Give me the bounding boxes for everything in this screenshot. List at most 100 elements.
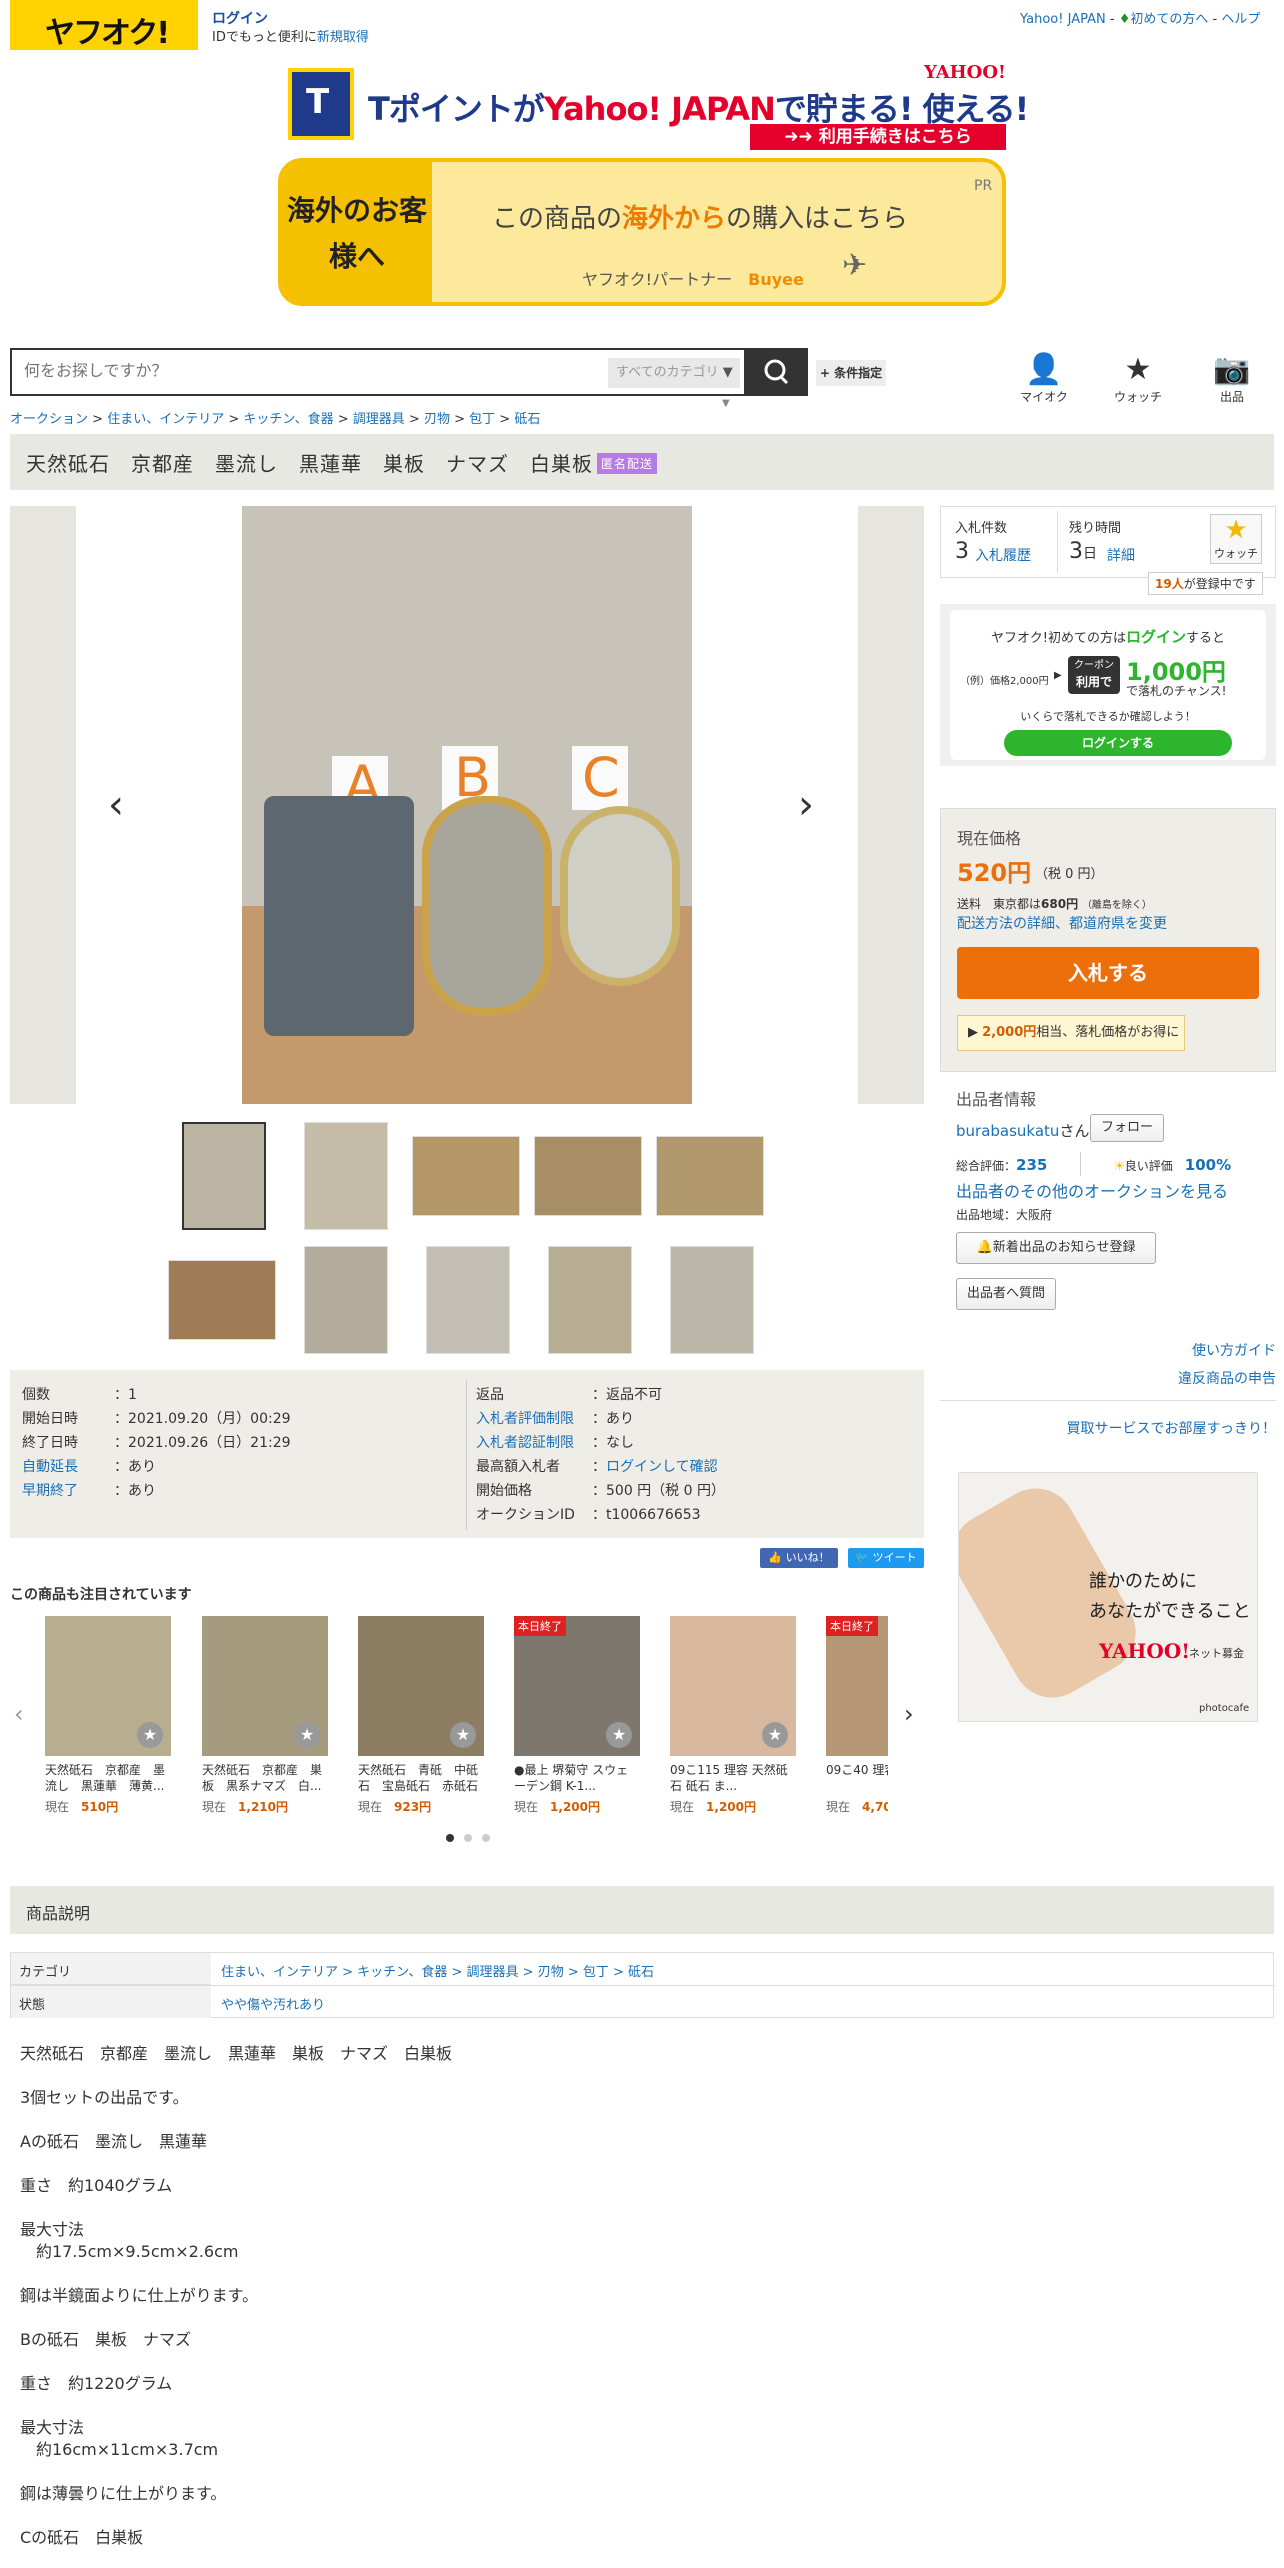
recommended-item[interactable]: ★ 天然砥石 京都産 巣板 黒系ナマズ 白... 現在 1,210円	[202, 1616, 328, 1815]
watch-star-icon[interactable]: ★	[294, 1722, 320, 1748]
beginner-link[interactable]: 初めての方へ	[1130, 12, 1208, 27]
bid-button[interactable]: 入札する	[957, 947, 1259, 999]
photo-thumbnail[interactable]	[182, 1122, 266, 1230]
help-link[interactable]: ヘルプ	[1221, 12, 1260, 27]
prev-photo-icon[interactable]: ‹	[108, 782, 124, 828]
category-path-link[interactable]: 住まい、インテリア > キッチン、食器 > 調理器具 > 刃物 > 包丁 > 砥…	[221, 1961, 654, 1980]
myauction-button[interactable]: 👤 マイオク	[1014, 352, 1074, 405]
ends-today-badge: 本日終了	[826, 1616, 878, 1636]
breadcrumb-item[interactable]: 調理器具	[353, 412, 405, 427]
photo-thumbnail[interactable]	[304, 1246, 388, 1354]
main-product-photo[interactable]: A B C	[242, 506, 692, 1104]
seller-region: 出品地域：大阪府	[956, 1208, 1053, 1222]
photo-thumbnail[interactable]	[670, 1246, 754, 1354]
carousel-next-icon[interactable]: ›	[904, 1700, 914, 1728]
early-end-link[interactable]: 早期終了	[22, 1480, 78, 1500]
photo-thumbnail[interactable]	[426, 1246, 510, 1354]
yahoo-japan-link[interactable]: Yahoo! JAPAN	[1020, 12, 1106, 27]
photo-thumbnail[interactable]	[534, 1136, 642, 1216]
facebook-like-button[interactable]: 👍 いいね！	[760, 1548, 838, 1568]
photo-thumbnail[interactable]	[304, 1122, 388, 1230]
bid-history-link[interactable]: 入札履歴	[975, 545, 1031, 565]
breadcrumb-item[interactable]: 住まい、インテリア	[107, 412, 224, 427]
promo-line3: いくらで落札できるか確認しよう！	[1020, 710, 1196, 723]
recommended-item[interactable]: ★ 天然砥石 京都産 墨流し 黒蓮華 薄黄... 現在 510円	[45, 1616, 171, 1815]
watch-button[interactable]: ★ ウォッチ	[1210, 514, 1262, 564]
bidder-auth-limit-link[interactable]: 入札者認証制限	[476, 1432, 574, 1452]
photo-thumbnail[interactable]	[548, 1246, 632, 1354]
carousel-dot[interactable]	[446, 1834, 454, 1842]
recommended-item[interactable]: 本日終了 ★ ●最上 堺菊守 スウェーデン鋼 K-1... 現在 1,200円	[514, 1616, 640, 1815]
search-input[interactable]	[12, 350, 602, 394]
yahuoku-logo[interactable]: ヤフオク!	[10, 0, 198, 51]
info-value: ：1	[114, 1387, 137, 1403]
breadcrumb-item[interactable]: 刃物	[424, 412, 450, 427]
login-to-confirm-link[interactable]: ログインして確認	[606, 1459, 718, 1475]
buyee-banner[interactable]: 海外のお客様へ この商品の海外からの購入はこちら ✈ ヤフオク!パートナー Bu…	[278, 158, 1006, 306]
description-line: Bの砥石 巣板 ナマズ	[20, 2330, 191, 2349]
star-icon: ★	[1124, 352, 1152, 387]
auction-info-table: 個数 ：1 開始日時 ：2021.09.20（月）00:29 終了日時 ：202…	[10, 1370, 924, 1538]
login-button[interactable]: ログインする	[1004, 730, 1232, 756]
donation-ad[interactable]: 誰かのために あなたができること YAHOO! ネット募金 photocafe	[958, 1472, 1258, 1722]
auto-extend-link[interactable]: 自動延長	[22, 1456, 78, 1476]
category-select[interactable]: すべてのカテゴリ ▼	[608, 358, 740, 388]
recommended-item[interactable]: ★ 天然砥石 青砥 中砥石 宝島砥石 赤砥石 現在 923円	[358, 1616, 484, 1815]
search-button[interactable]	[746, 348, 808, 396]
deal-banner[interactable]: ▶ 2,000円相当、落札価格がお得に	[957, 1015, 1185, 1051]
follow-button[interactable]: フォロー	[1090, 1114, 1164, 1142]
photo-thumbnail[interactable]	[412, 1136, 520, 1216]
time-detail-link[interactable]: 詳細	[1107, 545, 1135, 565]
divider	[940, 1400, 1276, 1401]
watch-star-icon[interactable]: ★	[762, 1722, 788, 1748]
search-icon	[764, 359, 789, 385]
recommended-item[interactable]: ★ 09こ115 理容 天然砥石 砥石 ま... 現在 1,200円	[670, 1616, 796, 1815]
report-violation-link[interactable]: 違反商品の申告	[940, 1368, 1276, 1388]
carousel-prev-icon[interactable]: ‹	[14, 1700, 24, 1728]
star-icon: ★	[1224, 515, 1248, 545]
rating-link[interactable]: 235	[1016, 1156, 1047, 1174]
breadcrumb-item[interactable]: オークション	[10, 412, 88, 427]
carousel-dot[interactable]	[482, 1834, 490, 1842]
info-label: 開始価格	[476, 1483, 532, 1499]
seller-name-link[interactable]: burabasukatu	[956, 1122, 1059, 1140]
breadcrumb-item[interactable]: 砥石	[514, 412, 540, 427]
watch-star-icon[interactable]: ★	[450, 1722, 476, 1748]
condition-value[interactable]: やや傷や汚れあり	[221, 1994, 325, 2013]
item-title: 09こ40 理容 石 板...	[826, 1763, 888, 1777]
prev-photo-preview	[10, 506, 76, 1104]
stone-a	[264, 796, 414, 1036]
conditions-button[interactable]: + 条件指定	[816, 360, 886, 386]
breadcrumb-item[interactable]: 包丁	[469, 412, 495, 427]
carousel-dot[interactable]	[464, 1834, 472, 1842]
description-line: 鋼は薄曇りに仕上がります。	[20, 2484, 227, 2503]
recommended-item[interactable]: 本日終了 09こ40 理容 石 板... 現在 4,700円	[826, 1616, 888, 1815]
watch-list-button[interactable]: ★ ウォッチ	[1108, 352, 1168, 405]
guide-link[interactable]: 使い方ガイド	[940, 1340, 1276, 1360]
bidder-rating-limit-link[interactable]: 入札者評価制限	[476, 1408, 574, 1428]
next-photo-icon[interactable]: ›	[798, 782, 814, 828]
ask-seller-button[interactable]: 出品者へ質問	[956, 1278, 1056, 1310]
seller-other-auctions-link[interactable]: 出品者のその他のオークションを見る	[956, 1178, 1228, 1202]
description-line: 鋼は半鏡面よりに仕上がります。	[20, 2286, 259, 2305]
price-box: 現在価格 520円 （税 0 円） 送料 東京都は680円 （離島を除く） 配送…	[940, 808, 1276, 1072]
login-link[interactable]: ログイン	[212, 8, 268, 28]
breadcrumb-item[interactable]: キッチン、食器	[243, 412, 333, 427]
description-line: 重さ 約1040グラム	[20, 2176, 173, 2195]
photo-thumbnail[interactable]	[168, 1260, 276, 1340]
item-image: ★	[358, 1616, 484, 1756]
divider	[1080, 1152, 1081, 1176]
tweet-button[interactable]: 🐦 ツイート	[848, 1548, 924, 1568]
photo-thumbnail[interactable]	[656, 1136, 764, 1216]
register-link[interactable]: 新規取得	[317, 30, 369, 45]
watch-star-icon[interactable]: ★	[137, 1722, 163, 1748]
watch-star-icon[interactable]: ★	[606, 1722, 632, 1748]
buyback-service-link[interactable]: 買取サービスでお部屋すっきり！	[940, 1418, 1276, 1438]
new-listing-notify-button[interactable]: 🔔新着出品のお知らせ登録	[956, 1232, 1156, 1264]
tpoint-procedure-button[interactable]: ➜➜ 利用手続きはこちら	[750, 124, 1006, 150]
sell-button[interactable]: 📷 出品	[1202, 352, 1262, 405]
shipping-detail-link[interactable]: 配送方法の詳細、都道府県を変更	[957, 913, 1167, 933]
ad-credit: photocafe	[1199, 1703, 1250, 1714]
item-price: 現在 1,200円	[670, 1800, 756, 1814]
info-value: ：2021.09.26（日）21:29	[114, 1435, 291, 1451]
